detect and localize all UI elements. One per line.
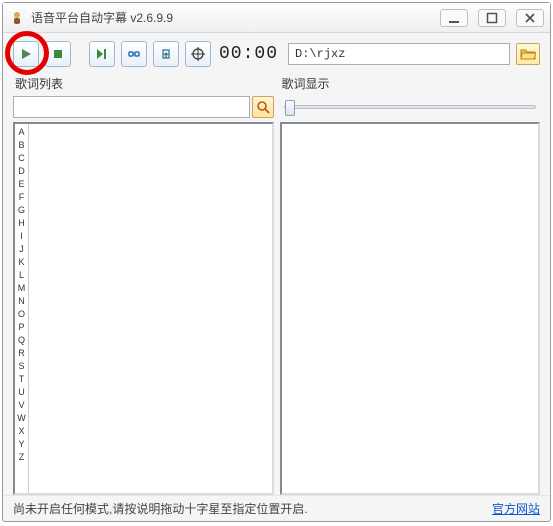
alpha-letter[interactable]: N xyxy=(15,295,28,308)
lyrics-display-area xyxy=(280,122,541,495)
search-row xyxy=(13,96,274,118)
alphabet-index[interactable]: ABCDEFGHIJKLMNOPQRSTUVWXYZ xyxy=(15,124,29,493)
alpha-letter[interactable]: V xyxy=(15,399,28,412)
alpha-letter[interactable]: L xyxy=(15,269,28,282)
panels: 歌词列表 ABCDEFGHIJKLMNOPQRSTUVWXYZ 歌词显示 xyxy=(3,71,550,495)
play-button[interactable] xyxy=(13,41,39,67)
status-message: 尚未开启任何模式,请按说明拖动十字星至指定位置开启. xyxy=(13,500,308,517)
titlebar: 语音平台自动字幕 v2.6.9.9 xyxy=(3,3,550,33)
app-window: 语音平台自动字幕 v2.6.9.9 xyxy=(2,2,551,522)
export-button[interactable] xyxy=(153,41,179,67)
alpha-letter[interactable]: I xyxy=(15,230,28,243)
crosshair-button[interactable] xyxy=(185,41,211,67)
alpha-letter[interactable]: A xyxy=(15,126,28,139)
alpha-letter[interactable]: C xyxy=(15,152,28,165)
alpha-letter[interactable]: B xyxy=(15,139,28,152)
statusbar: 尚未开启任何模式,请按说明拖动十字星至指定位置开启. 官方网站 xyxy=(3,495,550,521)
alpha-letter[interactable]: E xyxy=(15,178,28,191)
link-button[interactable] xyxy=(121,41,147,67)
lyrics-list-area: ABCDEFGHIJKLMNOPQRSTUVWXYZ xyxy=(13,122,274,495)
alpha-letter[interactable]: P xyxy=(15,321,28,334)
skip-button[interactable] xyxy=(89,41,115,67)
official-site-link[interactable]: 官方网站 xyxy=(492,500,540,517)
alpha-letter[interactable]: G xyxy=(15,204,28,217)
alpha-letter[interactable]: F xyxy=(15,191,28,204)
lyrics-list-content[interactable] xyxy=(29,124,272,493)
alpha-letter[interactable]: O xyxy=(15,308,28,321)
alpha-letter[interactable]: W xyxy=(15,412,28,425)
alpha-letter[interactable]: D xyxy=(15,165,28,178)
window-controls xyxy=(440,9,544,27)
alpha-letter[interactable]: X xyxy=(15,425,28,438)
seek-slider-thumb[interactable] xyxy=(285,100,295,116)
alpha-letter[interactable]: U xyxy=(15,386,28,399)
lyrics-search-button[interactable] xyxy=(252,96,274,118)
alpha-letter[interactable]: K xyxy=(15,256,28,269)
minimize-button[interactable] xyxy=(440,9,468,27)
lyrics-display-header: 歌词显示 xyxy=(280,75,541,92)
lyrics-display-panel: 歌词显示 xyxy=(280,75,541,495)
seek-slider[interactable] xyxy=(284,105,537,109)
window-title: 语音平台自动字幕 v2.6.9.9 xyxy=(31,9,173,26)
browse-folder-button[interactable] xyxy=(516,43,540,65)
alpha-letter[interactable]: T xyxy=(15,373,28,386)
alpha-letter[interactable]: Y xyxy=(15,438,28,451)
time-display: 00:00 xyxy=(219,44,278,64)
alpha-letter[interactable]: H xyxy=(15,217,28,230)
maximize-button[interactable] xyxy=(478,9,506,27)
alpha-letter[interactable]: J xyxy=(15,243,28,256)
lyrics-list-panel: 歌词列表 ABCDEFGHIJKLMNOPQRSTUVWXYZ xyxy=(13,75,274,495)
alpha-letter[interactable]: Z xyxy=(15,451,28,464)
stop-button[interactable] xyxy=(45,41,71,67)
lyrics-search-input[interactable] xyxy=(13,96,250,118)
seek-slider-row xyxy=(280,96,541,118)
alpha-letter[interactable]: S xyxy=(15,360,28,373)
path-input[interactable] xyxy=(288,43,510,65)
alpha-letter[interactable]: Q xyxy=(15,334,28,347)
close-button[interactable] xyxy=(516,9,544,27)
app-icon xyxy=(9,10,25,26)
toolbar: 00:00 xyxy=(3,33,550,71)
lyrics-list-header: 歌词列表 xyxy=(13,75,274,92)
alpha-letter[interactable]: M xyxy=(15,282,28,295)
alpha-letter[interactable]: R xyxy=(15,347,28,360)
